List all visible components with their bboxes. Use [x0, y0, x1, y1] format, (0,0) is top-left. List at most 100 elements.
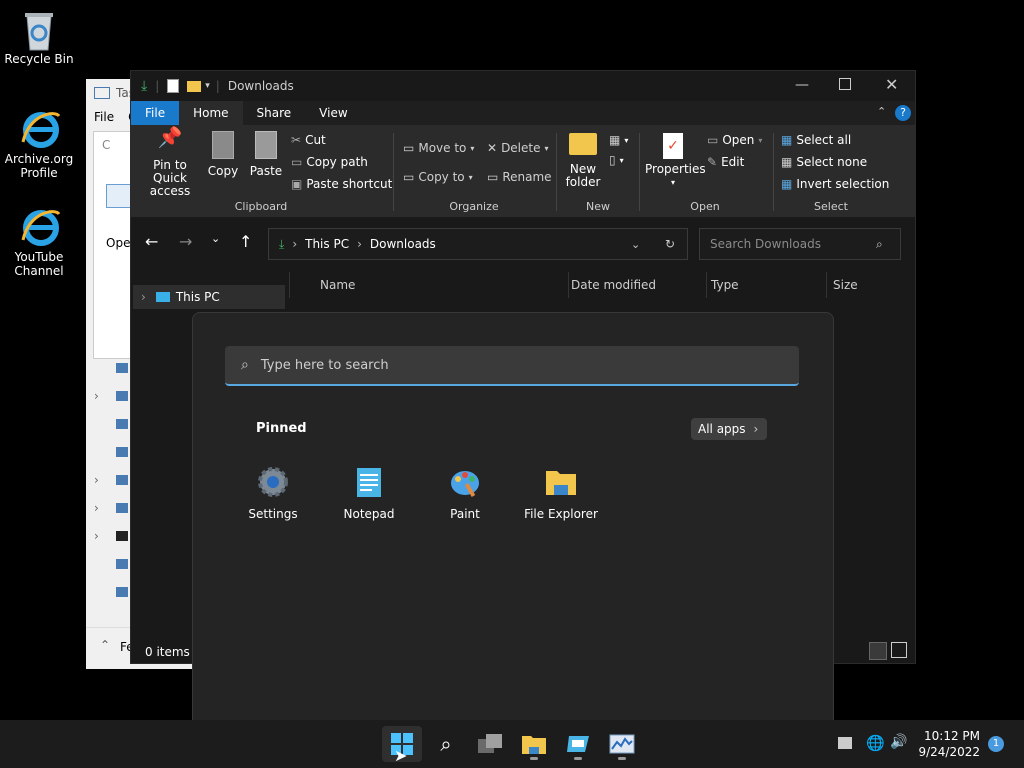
new-item-button[interactable]: ▦ ▾	[609, 133, 628, 147]
taskbar-task-manager[interactable]	[602, 726, 642, 762]
navigation-bar: ← → ⌄ ↑ ⤓ › This PC › Downloads ⌄ ↻ Sear…	[131, 218, 915, 268]
tab-view[interactable]: View	[305, 101, 361, 125]
recent-locations-chevron-icon[interactable]: ⌄	[211, 232, 220, 245]
group-label-organize: Organize	[449, 200, 499, 213]
item-count: 0 items	[145, 645, 190, 659]
paste-shortcut-button[interactable]: ▣ Paste shortcut	[291, 177, 392, 191]
refresh-icon[interactable]: ↻	[665, 237, 675, 251]
paste-shortcut-icon: ▣	[291, 177, 303, 191]
taskmgr-tab[interactable]: C	[102, 138, 110, 152]
taskmgr-menu-file[interactable]: File	[94, 110, 114, 124]
expand-chevron-icon[interactable]: ›	[141, 290, 146, 304]
taskbar-app-remote[interactable]	[558, 726, 598, 762]
delete-button[interactable]: ✕ Delete ▾	[487, 141, 549, 155]
rename-button[interactable]: ▭ Rename	[487, 170, 552, 184]
process-icon	[116, 587, 128, 597]
select-none-button[interactable]: ▦ Select none	[781, 155, 867, 169]
pinned-app-settings[interactable]: Settings	[228, 465, 318, 521]
easy-access-button[interactable]: ▯ ▾	[609, 153, 624, 167]
network-globe-icon[interactable]: 🌐	[866, 734, 885, 752]
search-icon: ⌕	[876, 236, 883, 251]
explorer-title-bar[interactable]: ⤓ | ▾ | Downloads — ✕	[131, 71, 915, 101]
group-label-open: Open	[690, 200, 720, 213]
collapse-ribbon-icon[interactable]: ⌃	[877, 105, 886, 118]
tab-share[interactable]: Share	[243, 101, 306, 125]
column-size[interactable]: Size	[826, 272, 858, 298]
pinned-app-paint[interactable]: Paint	[420, 465, 510, 521]
task-view-button[interactable]	[470, 726, 510, 762]
maximize-icon[interactable]	[839, 78, 851, 90]
new-folder-button[interactable]: New folder	[563, 133, 603, 189]
copy-path-button[interactable]: ▭ Copy path	[291, 155, 368, 169]
copy-button[interactable]: Copy	[205, 131, 241, 178]
open-button[interactable]: ▭ Open ▾	[707, 133, 762, 147]
notification-badge[interactable]: 1	[988, 736, 1004, 752]
all-apps-button[interactable]: All apps ›	[691, 418, 767, 440]
internet-explorer-icon	[19, 108, 61, 148]
help-icon[interactable]: ?	[895, 105, 911, 121]
taskbar-search-button[interactable]: ⌕	[426, 726, 466, 762]
running-indicator	[530, 757, 538, 760]
large-icons-view-icon[interactable]	[891, 642, 907, 658]
pinned-app-file-explorer[interactable]: File Explorer	[516, 465, 606, 521]
move-to-button[interactable]: ▭ Move to ▾	[403, 141, 474, 155]
paint-palette-icon	[448, 465, 482, 499]
properties-quick-icon[interactable]	[167, 79, 180, 93]
details-view-icon[interactable]	[869, 642, 887, 660]
copy-path-icon: ▭	[291, 155, 303, 169]
ribbon-divider	[639, 133, 640, 211]
select-all-button[interactable]: ▦ Select all	[781, 133, 851, 147]
cut-button[interactable]: ✂ Cut	[291, 133, 326, 147]
desktop-icon-label: Recycle Bin	[4, 52, 74, 66]
paste-button[interactable]: Paste	[247, 131, 285, 178]
start-search-input[interactable]: ⌕ Type here to search	[225, 346, 799, 386]
ribbon-tabs: File Home Share View ⌃ ?	[131, 101, 915, 125]
desktop-icon-archive-org[interactable]: Archive.org Profile	[1, 108, 77, 180]
chevron-right-icon[interactable]: ›	[94, 473, 99, 487]
show-hidden-icons-icon[interactable]	[838, 737, 852, 749]
taskbar-file-explorer[interactable]	[514, 726, 554, 762]
column-type[interactable]: Type	[706, 272, 739, 298]
pinned-app-notepad[interactable]: Notepad	[324, 465, 414, 521]
desktop-icon-recycle-bin[interactable]: Recycle Bin	[1, 8, 77, 66]
clock[interactable]: 10:12 PM 9/24/2022	[916, 728, 980, 760]
new-folder-quick-icon[interactable]	[187, 80, 202, 92]
settings-gear-icon	[256, 465, 290, 499]
running-indicator	[574, 757, 582, 760]
column-date-modified[interactable]: Date modified	[568, 272, 656, 298]
chevron-right-icon[interactable]: ›	[94, 501, 99, 515]
desktop-icon-youtube-channel[interactable]: YouTube Channel	[1, 206, 77, 278]
chevron-up-icon[interactable]: ⌃	[100, 638, 110, 652]
minimize-icon[interactable]: —	[795, 77, 809, 93]
group-label-clipboard: Clipboard	[234, 200, 288, 213]
edit-button[interactable]: ✎ Edit	[707, 155, 744, 169]
invert-selection-button[interactable]: ▦ Invert selection	[781, 177, 889, 191]
pin-to-quick-access-button[interactable]: 📌 Pin to Quick access	[137, 127, 203, 198]
tree-item-this-pc[interactable]: › This PC	[133, 285, 285, 309]
tab-home[interactable]: Home	[179, 101, 243, 125]
process-icon	[116, 447, 128, 457]
chevron-right-icon[interactable]: ›	[94, 389, 99, 403]
forward-arrow-icon[interactable]: →	[179, 232, 192, 251]
copy-to-button[interactable]: ▭ Copy to ▾	[403, 170, 473, 184]
breadcrumb-this-pc[interactable]: This PC	[305, 237, 349, 251]
address-bar[interactable]: ⤓ › This PC › Downloads ⌄ ↻	[268, 228, 688, 260]
back-arrow-icon[interactable]: ←	[145, 232, 158, 251]
customize-quick-access-icon[interactable]: ▾	[205, 81, 210, 91]
chevron-right-icon[interactable]: ›	[94, 529, 99, 543]
close-icon[interactable]: ✕	[885, 75, 898, 94]
clock-date: 9/24/2022	[918, 745, 980, 759]
breadcrumb-downloads[interactable]: Downloads	[370, 237, 436, 251]
column-name[interactable]: Name	[320, 272, 355, 298]
search-downloads-input[interactable]: Search Downloads ⌕	[699, 228, 901, 260]
up-arrow-icon[interactable]: ↑	[239, 232, 252, 251]
tab-file[interactable]: File	[131, 101, 180, 125]
start-menu: ⌕ Type here to search Pinned All apps › …	[192, 312, 834, 724]
ribbon-divider	[773, 133, 774, 211]
address-dropdown-icon[interactable]: ⌄	[631, 238, 640, 251]
mouse-cursor-icon: ➤	[394, 746, 408, 765]
clock-time: 10:12 PM	[924, 729, 980, 743]
volume-icon[interactable]: 🔊	[890, 734, 907, 750]
properties-button[interactable]: ✓ Properties ▾	[645, 133, 706, 189]
move-to-icon: ▭	[403, 141, 415, 155]
